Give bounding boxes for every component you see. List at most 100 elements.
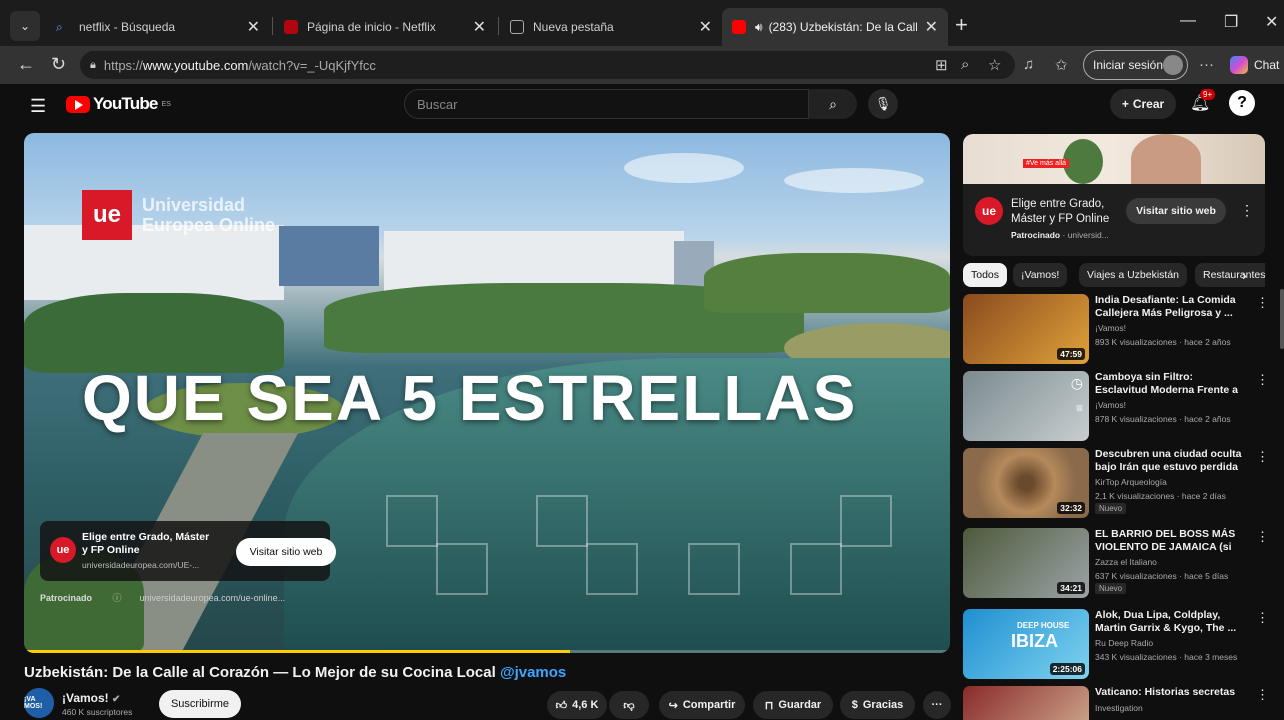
chip-vamos[interactable]: ¡Vamos! [1013,263,1068,287]
tab-actions-menu[interactable]: ⌄ [10,11,40,41]
video-player[interactable]: ue Universidad Europea Online QUE SEA 5 … [24,133,950,653]
video-thumbnail[interactable]: 34:21 [963,528,1089,598]
signin-button[interactable]: Iniciar sesión [1083,50,1188,80]
avatar [1163,55,1183,75]
chip-restaurantes[interactable]: Restaurantes [1195,263,1265,287]
list-item[interactable]: DEEP HOUSE IBIZA 2:25:06 Alok, Dua Lipa,… [963,609,1269,683]
tab-netflix-home[interactable]: Página de inicio - Netflix ✕ [274,8,496,46]
notification-badge: 9+ [1200,89,1216,100]
more-vert-icon[interactable]: ⋮ [1256,372,1269,388]
video-thumbnail[interactable] [963,686,1089,720]
visit-site-button[interactable]: Visitar sitio web [236,538,336,566]
create-button[interactable]: + Crear [1110,89,1176,119]
ad-image-tag: #Ve más allá [1023,159,1070,168]
list-item[interactable]: 34:21 EL BARRIO DEL BOSS MÁS VIOLENTO DE… [963,528,1269,602]
video-thumbnail[interactable]: 47:59 [963,294,1089,364]
rec-title: Camboya sin Filtro: Esclavitud Moderna F… [1095,371,1238,396]
channel-name-text: ¡Vamos! [62,691,109,705]
watch-later-icon[interactable]: ◷ [1071,375,1083,392]
search-input[interactable]: Buscar [404,89,809,119]
share-button[interactable]: ↪ Compartir [659,691,745,719]
sidebar-ad-sponsored: Patrocinado · universid... [1011,230,1109,240]
tab-netflix-search[interactable]: ⌕ netflix - Búsqueda ✕ [46,8,270,46]
new-tab-button[interactable]: + [955,12,968,38]
player-ad-card[interactable]: ue Elige entre Grado, Máster y FP Online… [40,521,336,581]
duration-badge: 34:21 [1057,582,1085,594]
notifications-button[interactable]: 🔔︎ 9+ [1190,89,1216,113]
more-actions-button[interactable]: ··· [923,691,951,719]
info-icon[interactable]: ⓘ [113,593,122,603]
restore-icon[interactable]: ❐ [1224,12,1238,32]
url-path: /watch?v=_-UqKjfYfcc [248,57,376,73]
rec-title: India Desafiante: La Comida Callejera Má… [1095,294,1236,319]
chevron-right-icon[interactable]: › [1242,267,1247,283]
list-item[interactable]: ◷ ≡ Camboya sin Filtro: Esclavitud Moder… [963,371,1269,445]
signin-label: Iniciar sesión [1093,58,1164,72]
sponsored-url[interactable]: universidadeuropea.com/ue-online... [140,593,286,603]
thanks-label: Gracias [862,699,904,711]
more-vert-icon[interactable]: ⋮ [1256,529,1269,545]
sidebar-ad-title: Elige entre Grado, Máster y FP Online [1011,198,1110,225]
search-button[interactable]: ⌕ [809,89,857,119]
media-icon[interactable]: ♫ [1023,56,1034,73]
reload-icon[interactable]: ↻ [51,54,66,75]
back-icon[interactable]: ← [17,54,35,75]
chip-uzbekistan[interactable]: Viajes a Uzbekistán [1079,263,1188,287]
favorites-icon[interactable]: ✩ [1055,56,1068,74]
favorite-star-icon[interactable]: ☆ [988,56,1001,74]
more-vert-icon[interactable]: ⋮ [1256,295,1269,311]
thanks-button[interactable]: $ Gracias [840,691,915,719]
dislike-button[interactable]: 👎︎ [609,691,649,719]
sidebar-scrollbar[interactable] [1280,289,1284,349]
zoom-icon[interactable]: ⌕ [961,56,969,73]
window-close-icon[interactable]: ✕ [1265,12,1278,32]
tab-youtube-active[interactable]: 🔊︎ (283) Uzbekistán: De la Calle a ✕ [722,8,948,46]
chip-todos[interactable]: Todos [963,263,1008,287]
sidebar-ad[interactable]: #Ve más allá ue Elige entre Grado, Máste… [963,134,1265,256]
more-vert-icon[interactable]: ⋮ [1256,687,1265,703]
close-icon[interactable]: ✕ [699,17,712,37]
speaker-icon[interactable]: 🔊︎ [755,20,763,35]
list-item[interactable]: 47:59 India Desafiante: La Comida Callej… [963,294,1269,368]
video-title: Uzbekistán: De la Calle al Corazón — Lo … [24,664,566,681]
address-bar[interactable]: 🔒︎ https://www.youtube.com/watch?v=_-UqK… [80,51,1015,79]
subscribe-button[interactable]: Suscribirme [159,690,241,718]
save-button[interactable]: ⊓ Guardar [753,691,833,719]
new-badge: Nuevo [1095,583,1127,594]
tab-new-tab[interactable]: Nueva pestaña ✕ [500,8,722,46]
menu-icon[interactable]: ☰ [30,96,46,117]
more-icon[interactable]: ··· [1199,56,1214,73]
ad-url: universidadeuropea.com/UE-... [82,560,200,570]
list-item[interactable]: 32:32 Descubren una ciudad oculta bajo I… [963,448,1269,522]
profile-avatar[interactable]: ? [1229,90,1255,116]
ad-headline: QUE SEA 5 ESTRELLAS [82,362,858,434]
close-icon[interactable]: ✕ [925,17,938,37]
sidebar-visit-site-button[interactable]: Visitar sitio web [1126,198,1226,224]
add-to-queue-icon[interactable]: ≡ [1076,401,1083,415]
channel-name[interactable]: ¡Vamos! ✔ [62,691,120,705]
apps-icon[interactable]: ⊞ [935,56,948,74]
voice-search-button[interactable]: 🎙︎ [868,89,898,119]
like-button[interactable]: 👍︎ 4,6 K [547,691,607,719]
video-thumbnail[interactable]: DEEP HOUSE IBIZA 2:25:06 [963,609,1089,679]
channel-handle-link[interactable]: @jvamos [500,664,566,681]
channel-avatar[interactable]: ¡VA MOS! [24,688,54,718]
close-icon[interactable]: ✕ [247,17,260,37]
close-icon[interactable]: ✕ [473,17,486,37]
list-item[interactable]: Vaticano: Historias secretas Investigati… [963,686,1265,720]
video-thumbnail[interactable]: 32:32 [963,448,1089,518]
copilot-chat-button[interactable]: Chat [1230,56,1279,74]
ue-logo: ue [82,190,132,240]
rec-channel: Ru Deep Radio [1095,638,1154,648]
ad-progress-bar[interactable] [24,650,950,653]
minimize-icon[interactable]: — [1180,12,1196,30]
youtube-logo[interactable]: YouTube ES [66,94,171,114]
ad-progress-fill [24,650,571,653]
mic-icon: 🎙︎ [874,96,892,111]
video-thumbnail[interactable]: ◷ ≡ [963,371,1089,441]
duration-badge: 32:32 [1057,502,1085,514]
more-vert-icon[interactable]: ⋮ [1240,202,1254,219]
more-vert-icon[interactable]: ⋮ [1256,449,1269,465]
rec-title: EL BARRIO DEL BOSS MÁS VIOLENTO DE JAMAI… [1095,528,1236,553]
more-vert-icon[interactable]: ⋮ [1256,610,1269,626]
